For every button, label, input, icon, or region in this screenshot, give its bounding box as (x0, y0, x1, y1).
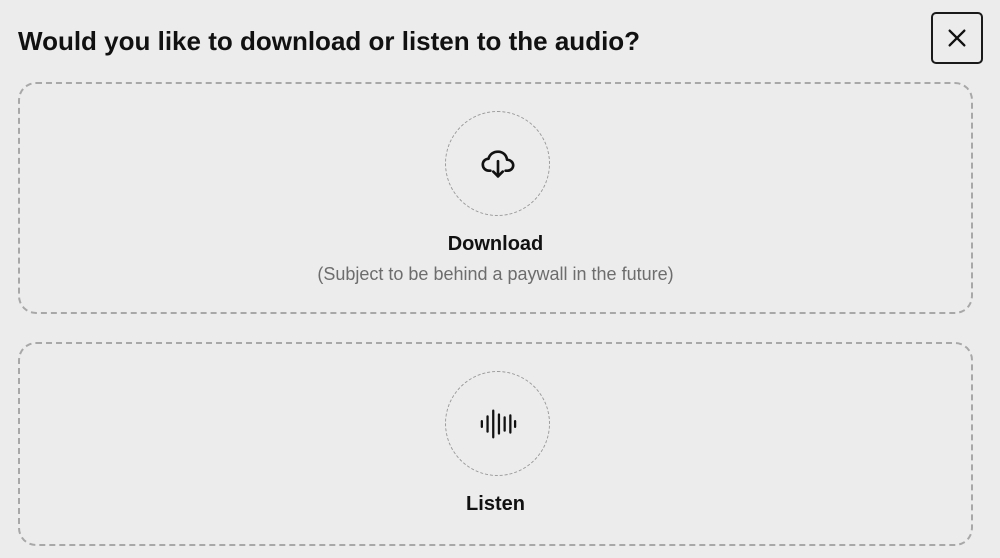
audio-options-dialog: Would you like to download or listen to … (0, 0, 1000, 558)
cloud-download-icon (480, 149, 515, 178)
close-icon (948, 29, 966, 47)
audio-waveform-icon (480, 409, 516, 438)
close-button[interactable] (931, 12, 983, 64)
download-subtitle: (Subject to be behind a paywall in the f… (317, 264, 674, 284)
download-option-card[interactable]: Download (Subject to be behind a paywall… (18, 82, 973, 314)
dialog-title: Would you like to download or listen to … (18, 26, 641, 56)
listen-label: Listen (466, 493, 525, 515)
download-icon-circle (445, 111, 550, 216)
download-label: Download (447, 233, 544, 255)
listen-icon-circle (445, 371, 550, 476)
listen-option-card[interactable]: Listen (18, 342, 973, 546)
